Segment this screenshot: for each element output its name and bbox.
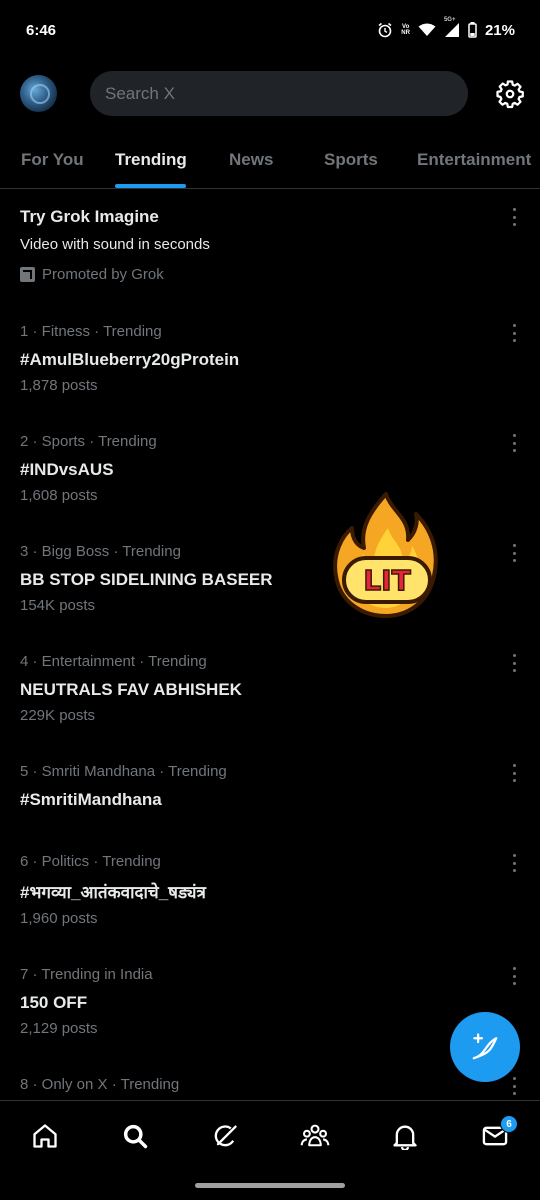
- promo-title: Try Grok Imagine: [20, 207, 159, 226]
- trend-meta: 7 · Trending in India: [20, 966, 153, 983]
- trend-meta: 5 · Smriti Mandhana · Trending: [20, 763, 227, 780]
- top-bar: Search X: [0, 70, 540, 118]
- status-bar: 6:46 Vo NR 5G+ 21%: [0, 0, 540, 60]
- compose-post-button[interactable]: [450, 1012, 520, 1082]
- tab-news[interactable]: News: [229, 150, 273, 170]
- tab-entertainment[interactable]: Entertainment: [417, 150, 531, 170]
- trend-item[interactable]: 4 · Entertainment · Trending NEUTRALS FA…: [0, 632, 540, 742]
- trend-item[interactable]: 1 · Fitness · Trending #AmulBlueberry20g…: [0, 302, 540, 412]
- more-options-icon[interactable]: [510, 967, 518, 985]
- notifications-icon[interactable]: [390, 1121, 420, 1151]
- more-options-icon[interactable]: [510, 544, 518, 562]
- volte-icon: Vo NR: [401, 24, 410, 36]
- trend-post-count: 1,608 posts: [20, 487, 98, 504]
- more-options-icon[interactable]: [510, 434, 518, 452]
- trend-title: NEUTRALS FAV ABHISHEK: [20, 680, 242, 699]
- promoted-icon: [20, 267, 35, 282]
- grok-icon[interactable]: [210, 1121, 240, 1151]
- status-time: 6:46: [26, 21, 57, 39]
- trend-title: #SmritiMandhana: [20, 790, 162, 809]
- trend-meta: 6 · Politics · Trending: [20, 853, 161, 870]
- trend-meta: 4 · Entertainment · Trending: [20, 653, 207, 670]
- trend-item[interactable]: 3 · Bigg Boss · Trending BB STOP SIDELIN…: [0, 522, 540, 632]
- promo-description: Video with sound in seconds: [20, 236, 210, 253]
- more-options-icon[interactable]: [510, 854, 518, 872]
- tab-sports[interactable]: Sports: [324, 150, 378, 170]
- trend-title: #AmulBlueberry20gProtein: [20, 350, 240, 369]
- trend-meta: 3 · Bigg Boss · Trending: [20, 543, 181, 560]
- tab-for-you[interactable]: For You: [21, 150, 84, 170]
- trending-list: Try Grok Imagine Video with sound in sec…: [0, 190, 540, 1100]
- battery-icon: [468, 22, 477, 38]
- tab-trending[interactable]: Trending: [115, 150, 187, 170]
- active-tab-indicator: [115, 184, 186, 188]
- trend-item[interactable]: 6 · Politics · Trending #भगव्या_आतंकवादा…: [0, 832, 540, 945]
- search-placeholder: Search X: [105, 83, 175, 103]
- signal-icon: 5G+: [444, 17, 460, 38]
- trend-post-count: 2,129 posts: [20, 1020, 98, 1037]
- trend-item[interactable]: 2 · Sports · Trending #INDvsAUS 1,608 po…: [0, 412, 540, 522]
- trend-post-count: 1,878 posts: [20, 377, 98, 394]
- battery-percent: 21%: [484, 21, 515, 39]
- trend-meta: 8 · Only on X · Trending: [20, 1076, 180, 1093]
- communities-icon[interactable]: [300, 1121, 330, 1151]
- trend-title: #INDvsAUS: [20, 460, 114, 479]
- alarm-icon: [377, 22, 393, 38]
- svg-text:LIT: LIT: [363, 564, 410, 597]
- trend-meta: 2 · Sports · Trending: [20, 433, 157, 450]
- home-indicator[interactable]: [195, 1183, 345, 1188]
- trend-title: #भगव्या_आतंकवादाचे_षड्यंत्र: [20, 883, 206, 902]
- more-options-icon[interactable]: [510, 654, 518, 672]
- trend-post-count: 1,960 posts: [20, 910, 98, 927]
- avatar[interactable]: [20, 75, 57, 112]
- more-options-icon[interactable]: [510, 764, 518, 782]
- explore-tabs: For You Trending News Sports Entertainme…: [0, 130, 540, 189]
- trend-title: 150 OFF: [20, 993, 88, 1012]
- home-icon[interactable]: [30, 1121, 60, 1151]
- wifi-icon: [418, 23, 436, 37]
- trend-title: BB STOP SIDELINING BASEER: [20, 570, 273, 589]
- trend-meta: 1 · Fitness · Trending: [20, 323, 162, 340]
- more-options-icon[interactable]: [510, 208, 518, 226]
- compose-feather-icon: [472, 1033, 498, 1060]
- trend-item[interactable]: 5 · Smriti Mandhana · Trending #SmritiMa…: [0, 742, 540, 832]
- search-icon[interactable]: [120, 1121, 150, 1151]
- lit-fire-sticker: LIT: [330, 488, 442, 618]
- settings-gear-icon[interactable]: [495, 79, 525, 109]
- status-icons: Vo NR 5G+ 21%: [377, 17, 515, 39]
- messages-badge: 6: [500, 1115, 518, 1133]
- trend-post-count: 154K posts: [20, 597, 96, 614]
- search-input[interactable]: Search X: [90, 71, 468, 116]
- promoted-trend[interactable]: Try Grok Imagine Video with sound in sec…: [0, 190, 540, 302]
- more-options-icon[interactable]: [510, 324, 518, 342]
- trend-post-count: 229K posts: [20, 707, 96, 724]
- more-options-icon[interactable]: [510, 1077, 518, 1095]
- bottom-navigation: [0, 1100, 540, 1172]
- promoted-label: Promoted by Grok: [20, 266, 164, 283]
